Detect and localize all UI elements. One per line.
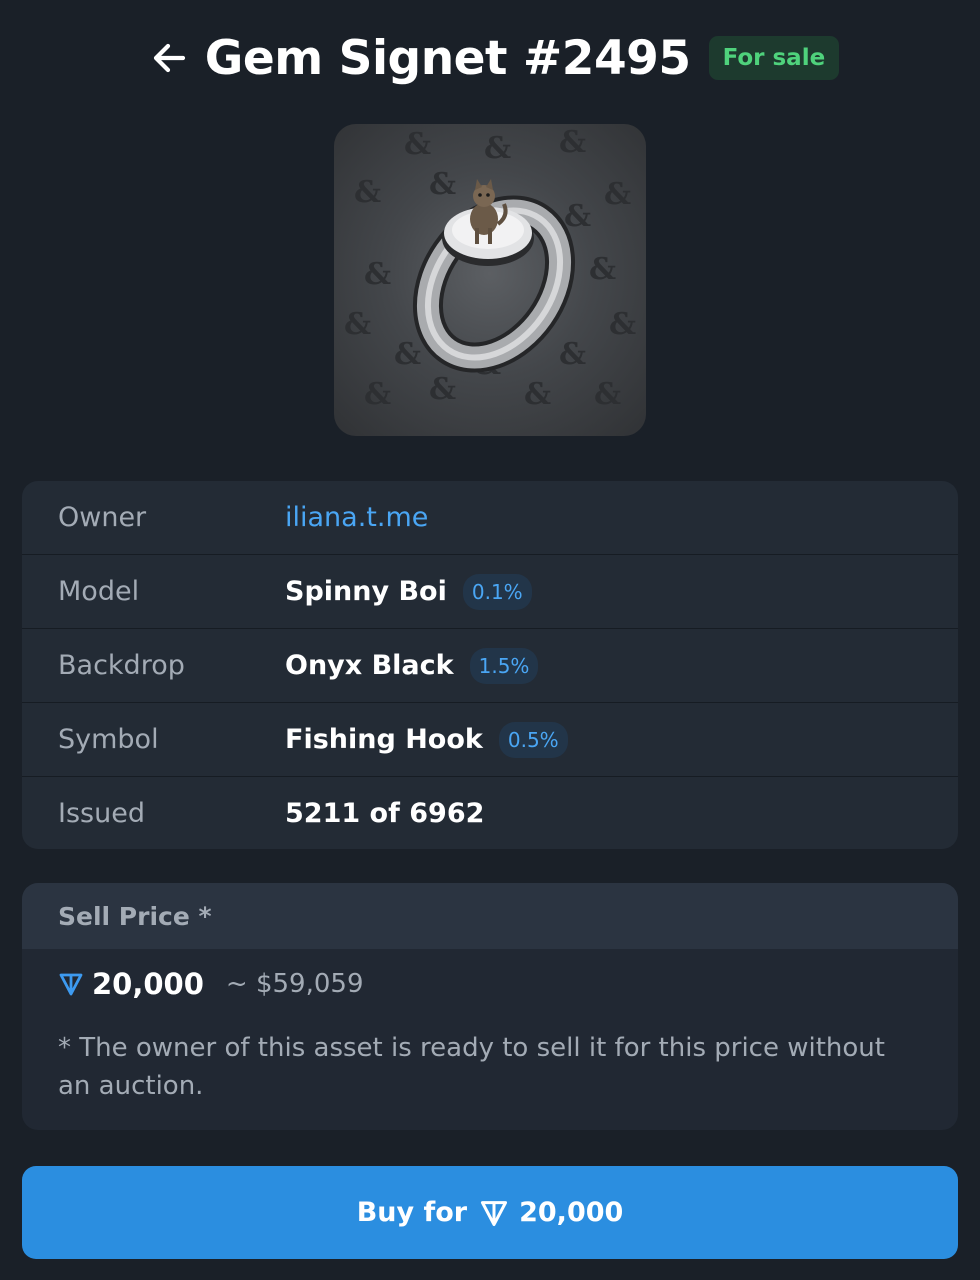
arrow-left-icon: [153, 43, 185, 73]
svg-text:&: &: [354, 175, 381, 210]
backdrop-label: Backdrop: [58, 650, 185, 681]
details-row-model: Model Spinny Boi 0.1%: [22, 555, 958, 629]
details-row-symbol: Symbol Fishing Hook 0.5%: [22, 703, 958, 777]
buy-button-label: Buy for: [356, 1197, 468, 1228]
details-row-backdrop: Backdrop Onyx Black 1.5%: [22, 629, 958, 703]
model-rarity-badge: 0.1%: [462, 573, 532, 610]
page-title: Gem Signet #2495: [204, 30, 691, 86]
svg-text:&: &: [589, 252, 616, 287]
model-value: Spinny Boi: [285, 576, 447, 607]
svg-text:&: &: [604, 177, 631, 212]
symbol-label: Symbol: [58, 724, 159, 755]
ton-icon: [479, 1198, 509, 1228]
svg-text:&: &: [364, 257, 391, 292]
issued-label: Issued: [58, 797, 145, 829]
svg-text:&: &: [609, 307, 636, 342]
svg-text:&: &: [524, 377, 551, 412]
buy-button[interactable]: Buy for 20,000: [22, 1166, 958, 1259]
status-badge: For sale: [708, 36, 840, 80]
symbol-rarity-badge: 0.5%: [498, 721, 568, 758]
price-usd: ~ $59,059: [225, 969, 364, 999]
details-row-issued: Issued 5211 of 6962: [22, 777, 958, 849]
svg-text:&: &: [364, 377, 391, 412]
sell-price-card: Sell Price * 20,000 ~ $59,059 * The owne…: [22, 883, 958, 1130]
svg-text:&: &: [344, 307, 371, 342]
svg-text:&: &: [429, 167, 456, 202]
price-amount: 20,000: [92, 967, 204, 1001]
svg-text:&: &: [429, 372, 456, 407]
backdrop-value: Onyx Black: [285, 650, 454, 681]
ton-icon: [58, 971, 84, 997]
owner-link[interactable]: iliana.t.me: [285, 502, 428, 533]
symbol-value: Fishing Hook: [285, 724, 483, 755]
back-button[interactable]: [141, 30, 197, 86]
details-row-owner: Owner iliana.t.me: [22, 481, 958, 555]
svg-text:&: &: [559, 125, 586, 160]
svg-text:&: &: [484, 131, 511, 166]
svg-text:&: &: [564, 199, 591, 234]
nft-image: & & & & & & & & & & & & & & & & & &: [334, 124, 646, 436]
svg-text:&: &: [394, 337, 421, 372]
issued-value: 5211 of 6962: [285, 797, 485, 829]
model-label: Model: [58, 576, 140, 607]
buy-button-amount: 20,000: [519, 1197, 624, 1228]
page-header: Gem Signet #2495 For sale: [0, 22, 980, 94]
backdrop-rarity-badge: 1.5%: [469, 647, 539, 684]
price-line: 20,000 ~ $59,059: [58, 967, 364, 1001]
svg-text:&: &: [594, 377, 621, 412]
sell-price-heading: Sell Price *: [22, 883, 958, 949]
svg-text:&: &: [404, 127, 431, 162]
svg-text:&: &: [559, 337, 586, 372]
price-note: * The owner of this asset is ready to se…: [58, 1033, 885, 1101]
details-table: Owner iliana.t.me Model Spinny Boi 0.1% …: [22, 481, 958, 849]
owner-label: Owner: [58, 502, 147, 533]
